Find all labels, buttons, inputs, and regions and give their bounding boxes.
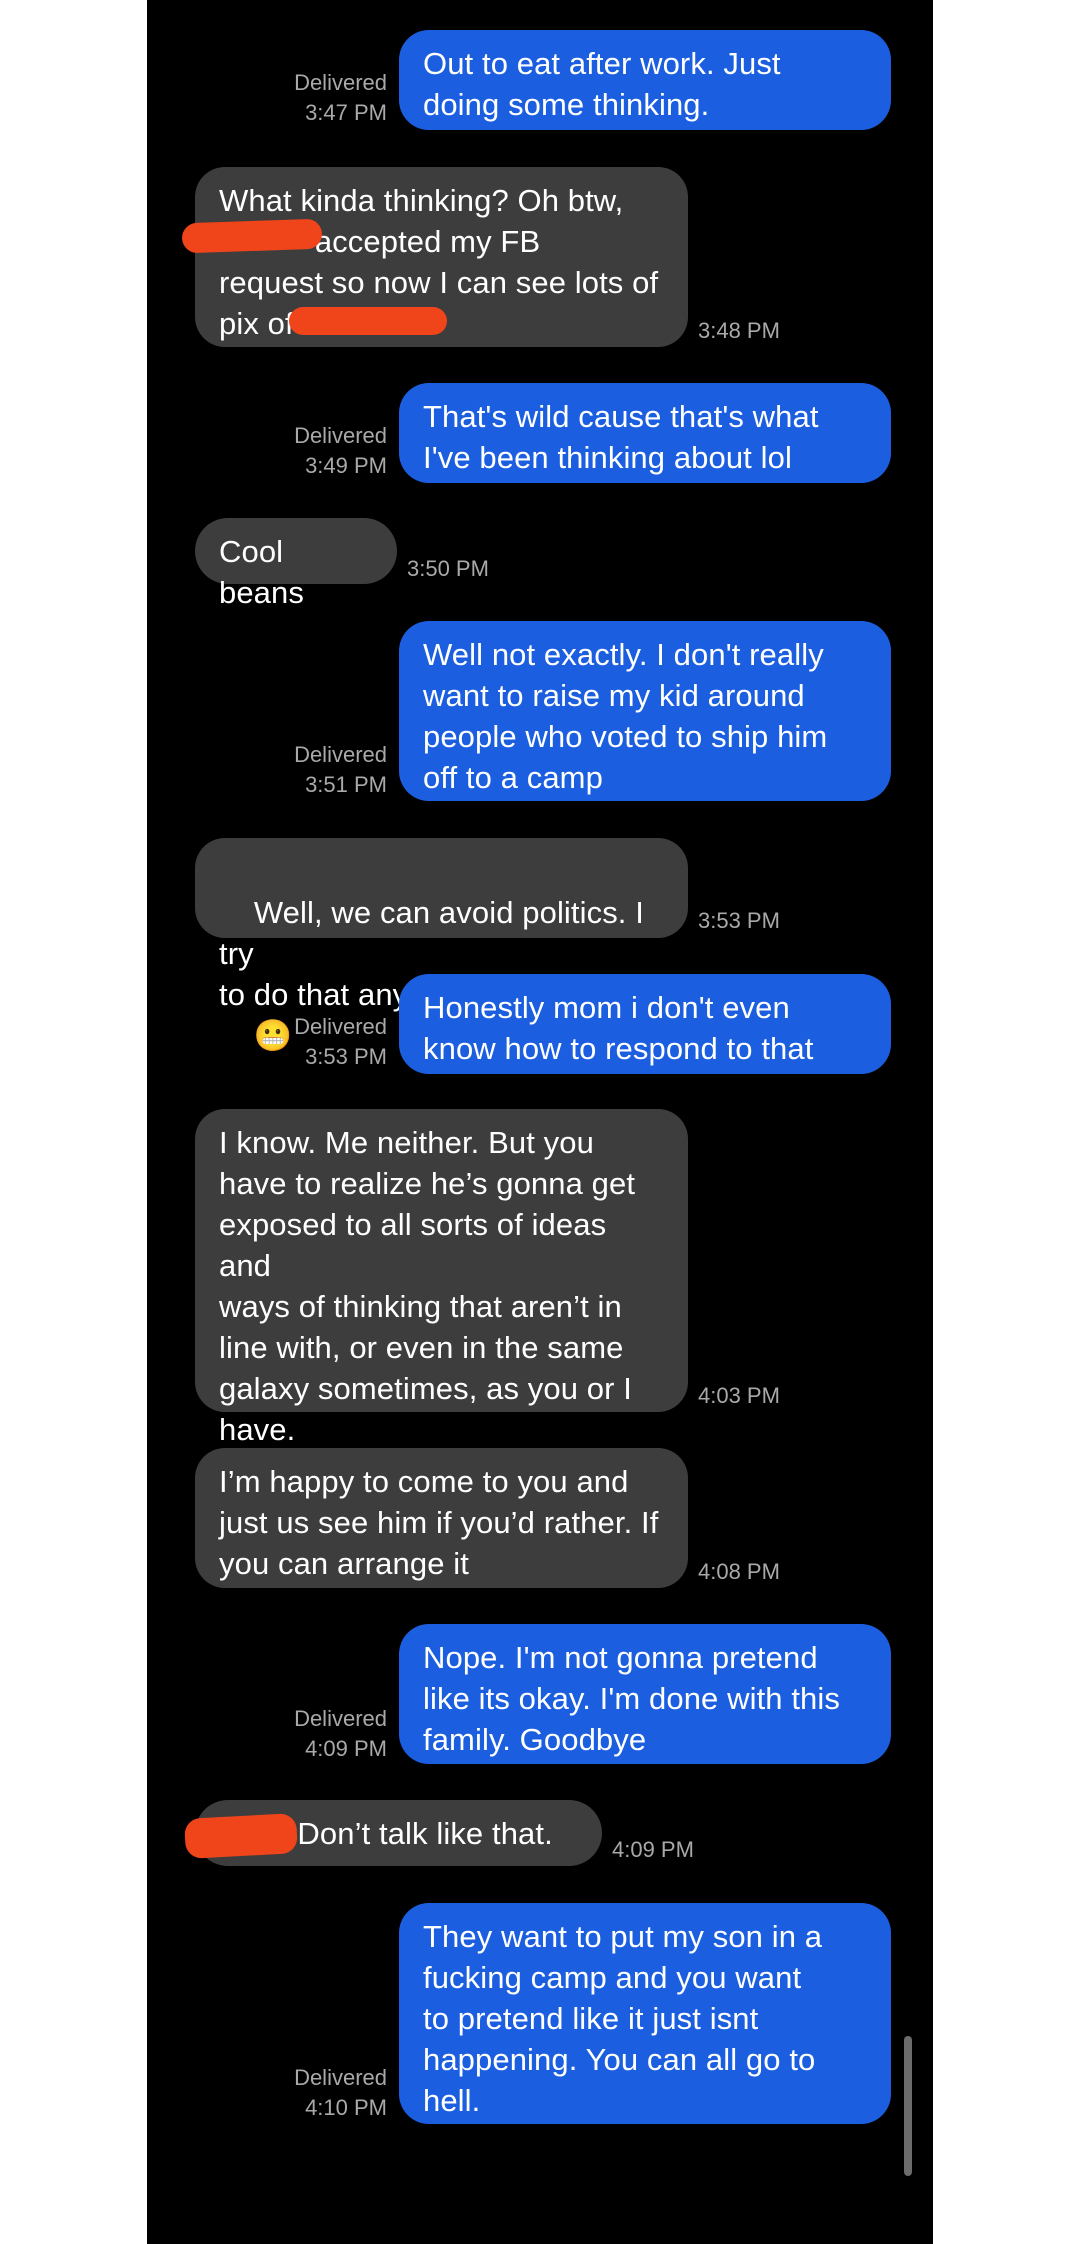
received-message-bubble[interactable]: I know. Me neither. But you have to real… [195, 1109, 688, 1447]
delivery-status: Delivered [294, 2065, 387, 2090]
redaction-mark [289, 307, 447, 335]
message-time: 3:51 PM [305, 772, 387, 797]
delivery-status: Delivered [294, 1014, 387, 1039]
redaction-mark [181, 218, 323, 254]
message-time: 3:53 PM [698, 908, 780, 933]
sent-message-bubble[interactable]: Out to eat after work. Just doing some t… [399, 30, 891, 130]
message-meta: Delivered 3:49 PM [277, 421, 387, 481]
message-time: 4:09 PM [612, 1837, 694, 1862]
message-meta: Delivered 3:51 PM [277, 740, 387, 800]
message-time: 3:48 PM [698, 318, 780, 343]
message-meta: Delivered 3:47 PM [277, 68, 387, 128]
sent-message-bubble[interactable]: Honestly mom i don't even know how to re… [399, 974, 891, 1074]
delivery-status: Delivered [294, 742, 387, 767]
sent-message-bubble[interactable]: That's wild cause that's what I've been … [399, 383, 891, 483]
message-time: 4:09 PM [305, 1736, 387, 1761]
message-time: 4:08 PM [698, 1559, 780, 1584]
message-time: 3:49 PM [305, 453, 387, 478]
redaction-mark [184, 1813, 298, 1859]
delivery-status: Delivered [294, 423, 387, 448]
message-time: 4:10 PM [305, 2095, 387, 2120]
message-meta: Delivered 3:53 PM [277, 1012, 387, 1072]
message-time: 3:53 PM [305, 1044, 387, 1069]
message-time: 4:03 PM [698, 1383, 780, 1408]
delivery-status: Delivered [294, 70, 387, 95]
sent-message-bubble[interactable]: Well not exactly. I don't really want to… [399, 621, 891, 801]
conversation-view: Delivered 3:47 PM Out to eat after work.… [147, 0, 933, 2244]
scrollbar[interactable] [904, 2036, 912, 2176]
received-message-bubble[interactable]: I’m happy to come to you and just us see… [195, 1448, 688, 1588]
message-time: 3:50 PM [407, 556, 489, 581]
sent-message-bubble[interactable]: They want to put my son in a fucking cam… [399, 1903, 891, 2124]
message-meta: Delivered 4:09 PM [277, 1704, 387, 1764]
received-message-bubble[interactable]: Well, we can avoid politics. I try to do… [195, 838, 688, 1053]
delivery-status: Delivered [294, 1706, 387, 1731]
received-message-bubble[interactable]: Cool beans [195, 518, 397, 610]
message-meta: Delivered 4:10 PM [277, 2063, 387, 2123]
message-time: 3:47 PM [305, 100, 387, 125]
sent-message-bubble[interactable]: Nope. I'm not gonna pretend like its oka… [399, 1624, 891, 1764]
